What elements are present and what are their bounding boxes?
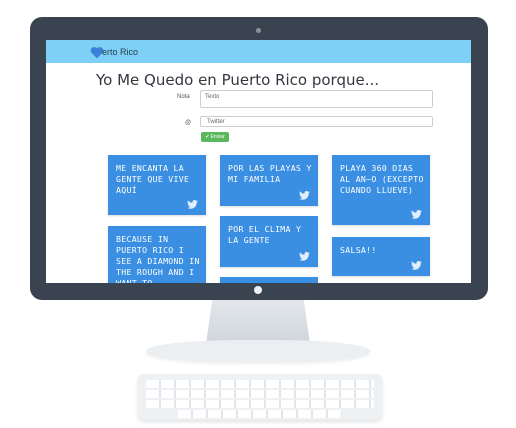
enviar-button[interactable]: ✔ Enviar xyxy=(201,132,229,142)
webcam xyxy=(256,28,261,33)
note-card-text: SALSA!! xyxy=(340,245,377,255)
note-card[interactable]: BECAUSE IN PUERTO RICO I SEE A DIAMOND I… xyxy=(108,226,206,283)
monitor-stand xyxy=(206,300,310,344)
note-card[interactable] xyxy=(220,277,318,283)
note-card[interactable]: SALSA!! xyxy=(332,237,430,276)
keyboard-spacebar-row xyxy=(178,410,342,418)
twitter-bird-icon xyxy=(299,191,310,200)
enviar-label: Enviar xyxy=(210,134,225,140)
note-card-text: POR LAS PLAYAS Y MI FAMILIA xyxy=(228,163,312,184)
keyboard-row xyxy=(146,380,374,388)
note-card-text: ME ENCANTA LA GENTE QUE VIVE AQUÍ xyxy=(116,163,190,195)
keyboard xyxy=(138,374,382,420)
note-card-text: POR EL CLIMA Y LA GENTE xyxy=(228,224,302,245)
monitor-stand-base xyxy=(146,340,370,362)
twitter-at-label: @ xyxy=(185,120,192,126)
twitter-bird-icon xyxy=(411,210,422,219)
navbar: erto Rico xyxy=(46,40,471,63)
twitter-bird-icon xyxy=(187,200,198,209)
note-card[interactable]: ME ENCANTA LA GENTE QUE VIVE AQUÍ xyxy=(108,155,206,215)
note-card[interactable]: POR LAS PLAYAS Y MI FAMILIA xyxy=(220,155,318,206)
twitter-input[interactable]: Twitter xyxy=(200,116,433,127)
nota-label: Nota xyxy=(177,94,190,100)
brand-link[interactable]: erto Rico xyxy=(90,45,138,59)
brand-text: erto Rico xyxy=(102,47,139,57)
power-button xyxy=(254,286,262,294)
check-icon: ✔ xyxy=(205,134,210,140)
keyboard-row xyxy=(146,390,374,398)
note-card[interactable]: PLAYA 360 DIAS AL AN~O (EXCEPTO CUANDO L… xyxy=(332,155,430,225)
keyboard-row xyxy=(146,400,374,408)
twitter-bird-icon xyxy=(299,252,310,261)
note-card-text: BECAUSE IN PUERTO RICO I SEE A DIAMOND I… xyxy=(116,234,200,283)
page-title: Yo Me Quedo en Puerto Rico porque... xyxy=(96,71,380,89)
note-card-text: PLAYA 360 DIAS AL AN~O (EXCEPTO CUANDO L… xyxy=(340,163,424,195)
note-card[interactable]: POR EL CLIMA Y LA GENTE xyxy=(220,216,318,267)
screen: erto Rico Yo Me Quedo en Puerto Rico por… xyxy=(46,40,471,283)
twitter-bird-icon xyxy=(411,261,422,270)
nota-textarea[interactable]: Texto xyxy=(200,90,433,108)
